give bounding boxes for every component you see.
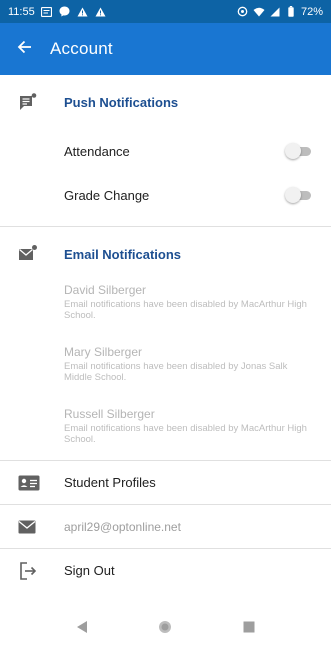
status-time: 11:55 xyxy=(8,5,35,18)
attendance-toggle[interactable] xyxy=(285,142,313,160)
email-entry-name: David Silberger xyxy=(64,283,147,297)
student-profiles-item[interactable]: Student Profiles xyxy=(0,461,331,504)
system-nav-bar xyxy=(0,604,331,654)
email-entry-message: Email notifications have been disabled b… xyxy=(64,423,307,445)
push-notifications-header: Push Notifications xyxy=(0,75,331,129)
grade-change-label: Grade Change xyxy=(64,187,150,203)
email-entry-name: Russell Silberger xyxy=(64,407,155,421)
email-icon xyxy=(18,517,40,537)
email-entry-message: Email notifications have been disabled b… xyxy=(64,361,288,383)
back-button[interactable] xyxy=(0,23,50,75)
email-account-item[interactable]: april29@optonline.net xyxy=(0,505,331,548)
nav-recents-button[interactable] xyxy=(237,617,261,641)
email-entry-message: Email notifications have been disabled b… xyxy=(64,299,307,321)
circle-home-icon xyxy=(158,620,172,639)
email-notifications-header: Email Notifications xyxy=(0,227,331,281)
app-bar: Account xyxy=(0,23,331,75)
email-entry-name: Mary Silberger xyxy=(64,345,143,359)
email-alert-icon xyxy=(18,244,38,264)
wifi-icon xyxy=(253,6,265,18)
alert-icon xyxy=(95,6,107,18)
battery-level: 72% xyxy=(300,5,323,18)
attendance-label: Attendance xyxy=(64,143,130,159)
toggle-thumb xyxy=(285,143,301,159)
grade-change-row: Grade Change xyxy=(0,173,331,217)
vpn-key-icon xyxy=(237,6,249,18)
nav-back-button[interactable] xyxy=(70,617,94,641)
toggle-thumb xyxy=(285,187,301,203)
email-entry-russell: Russell Silberger Email notifications ha… xyxy=(0,407,331,445)
email-account-label: april29@optonline.net xyxy=(64,519,181,534)
logout-icon xyxy=(18,561,40,581)
push-notifications-title: Push Notifications xyxy=(64,94,179,110)
message-alert-icon xyxy=(18,92,38,112)
notification-icon xyxy=(41,6,53,18)
email-entry-david: David Silberger Email notifications have… xyxy=(0,283,331,321)
signal-icon xyxy=(269,6,281,18)
student-profiles-label: Student Profiles xyxy=(64,475,156,490)
email-entry-mary: Mary Silberger Email notifications have … xyxy=(0,345,331,383)
attendance-row: Attendance xyxy=(0,129,331,173)
status-bar: 11:55 72% xyxy=(0,0,331,23)
square-recents-icon xyxy=(243,620,255,638)
triangle-back-icon xyxy=(76,620,88,639)
grade-change-toggle[interactable] xyxy=(285,186,313,204)
arrow-left-icon xyxy=(17,39,33,60)
sign-out-label: Sign Out xyxy=(64,563,115,578)
sign-out-item[interactable]: Sign Out xyxy=(0,549,331,592)
alert-icon xyxy=(77,6,89,18)
nav-home-button[interactable] xyxy=(153,617,177,641)
page-title: Account xyxy=(50,39,113,58)
email-notifications-title: Email Notifications xyxy=(64,246,182,262)
id-card-icon xyxy=(18,473,40,493)
messenger-icon xyxy=(59,6,71,18)
account-content: Push Notifications Attendance Grade Chan… xyxy=(0,75,331,592)
battery-icon xyxy=(285,6,297,18)
